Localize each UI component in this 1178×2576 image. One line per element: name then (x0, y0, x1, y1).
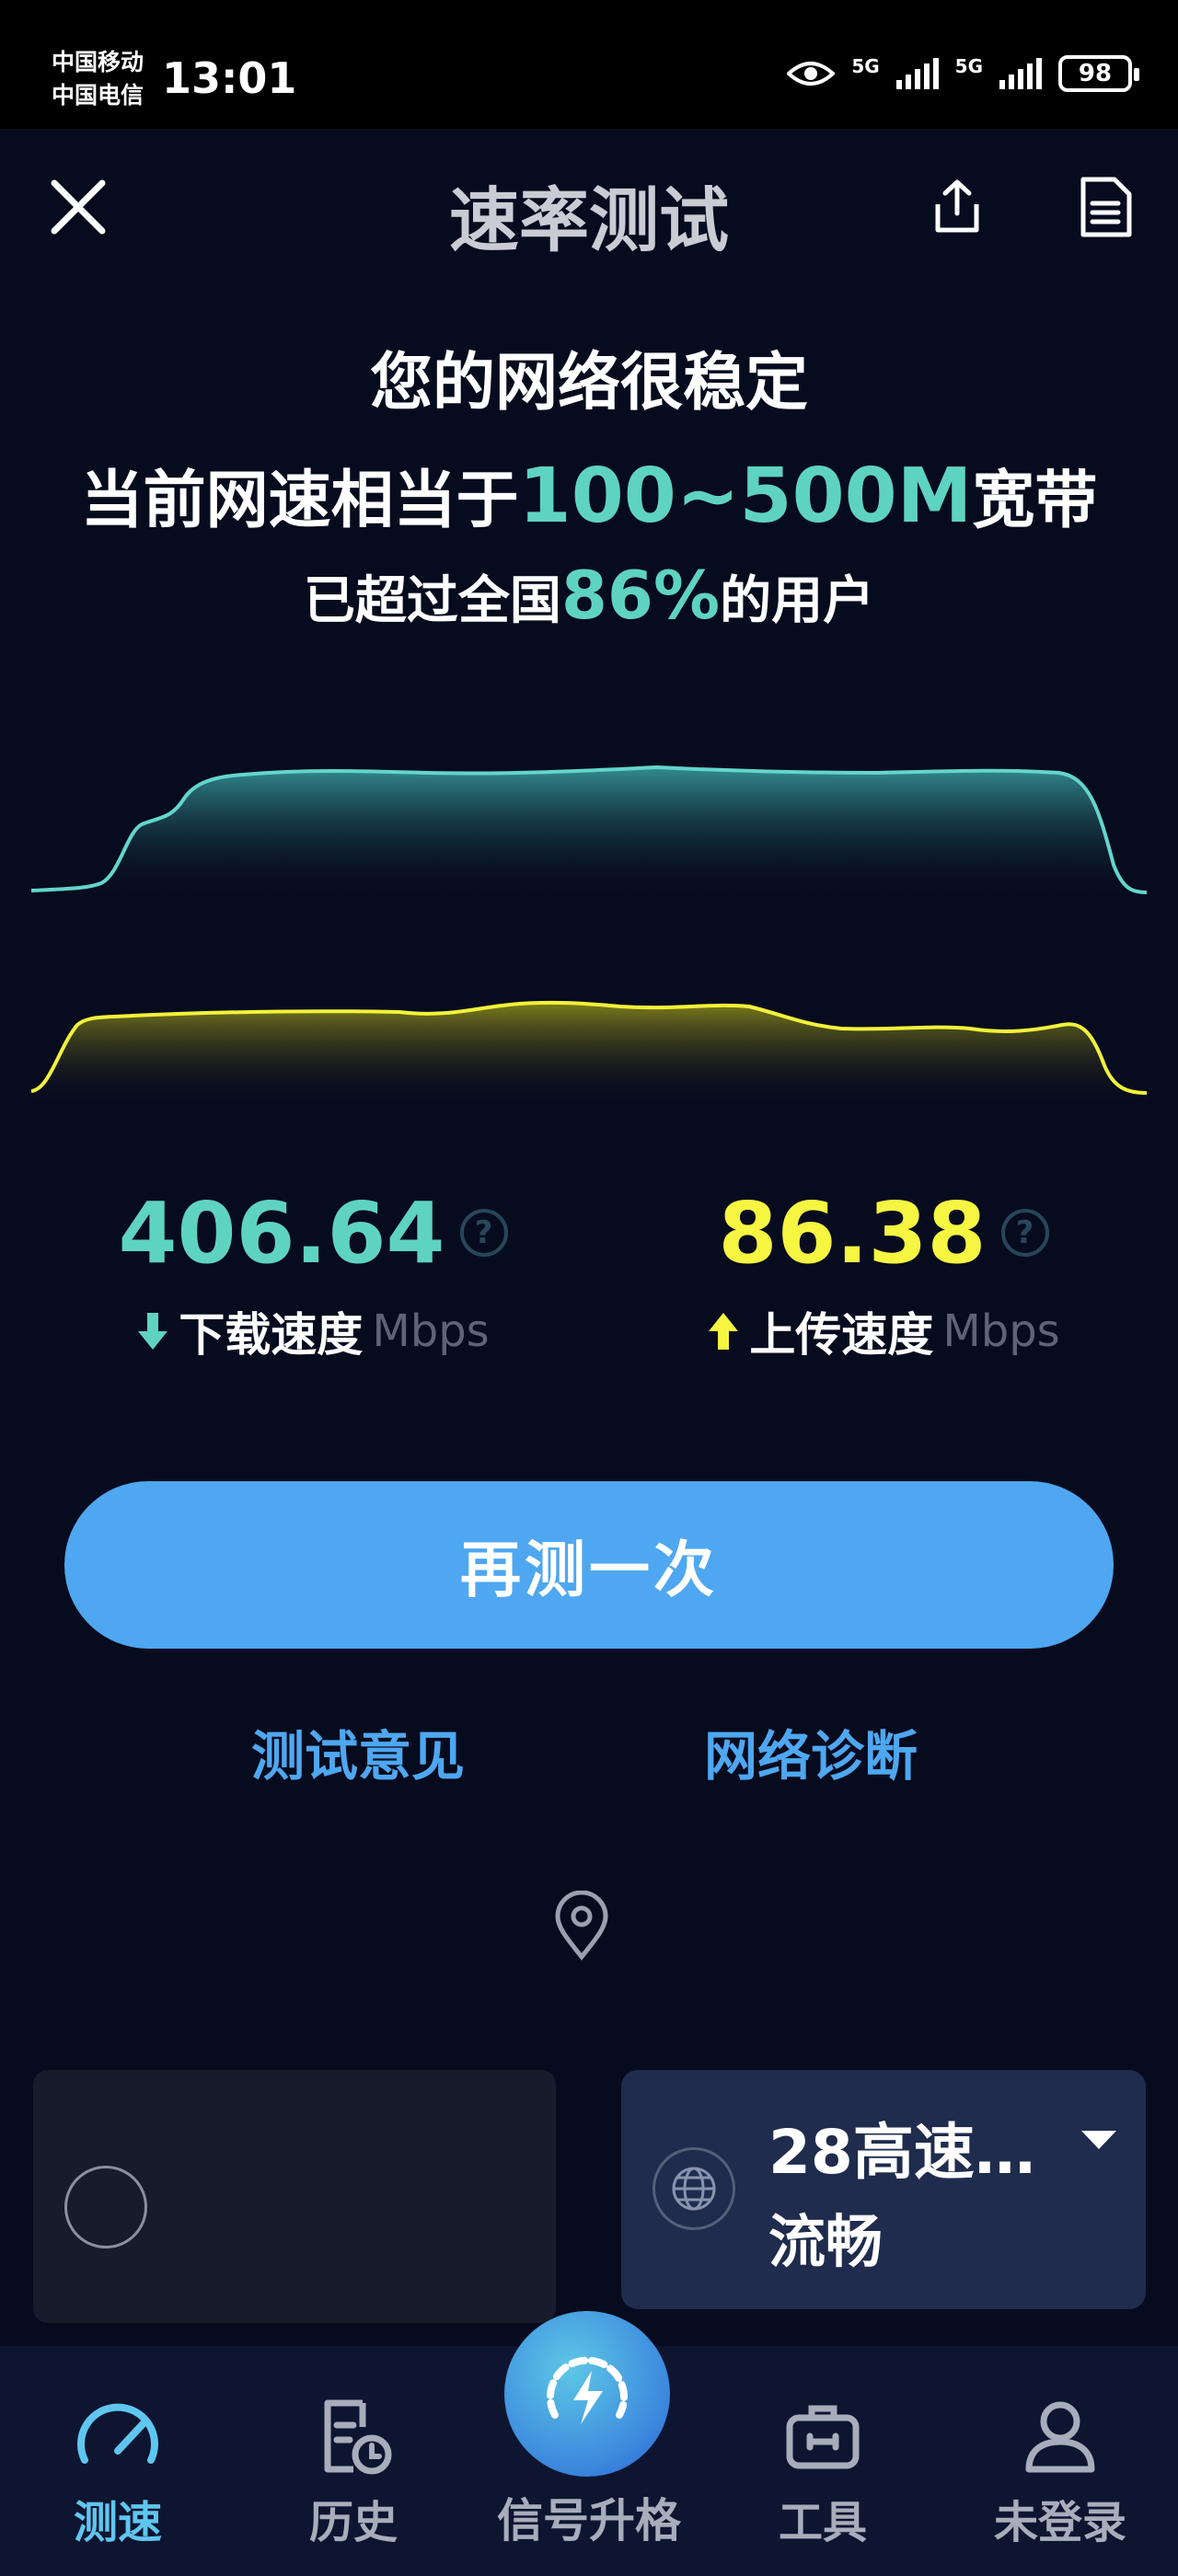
page-title: 速率测试 (449, 179, 729, 261)
share-button[interactable] (916, 166, 999, 248)
toolbox-icon (786, 2405, 860, 2469)
node-status: 流畅 (768, 2208, 884, 2275)
retest-button[interactable]: 再测一次 (64, 1481, 1114, 1649)
bandwidth-value: 100~500M (518, 453, 973, 540)
loading-card[interactable] (33, 2070, 556, 2323)
battery-icon: 98 (1058, 55, 1139, 92)
ranking-value: 86% (560, 557, 721, 634)
nav-item-history[interactable]: 历史 (261, 2346, 445, 2576)
history-icon (324, 2399, 392, 2475)
document-icon (1080, 177, 1132, 237)
clock: 13:01 (162, 53, 297, 103)
download-arrow-icon (138, 1313, 168, 1350)
report-button[interactable] (1064, 166, 1147, 248)
nav-label-tools: 工具 (778, 2497, 867, 2548)
eye-icon (787, 62, 836, 86)
nav-item-tools[interactable]: 工具 (731, 2346, 915, 2576)
carrier-info: 中国移动 中国电信 (52, 46, 144, 112)
download-value: 406.64 (118, 1183, 445, 1282)
nav-label-speedtest: 测速 (73, 2497, 162, 2548)
top-bar: 速率测试 (0, 138, 1178, 276)
upload-metric: 86.38 ? 上传速度 Mbps (589, 1178, 1178, 1363)
chevron-down-icon[interactable] (1081, 2131, 1116, 2149)
share-icon (935, 179, 979, 233)
network-type-2: 5G (954, 55, 983, 77)
user-icon (1025, 2401, 1095, 2473)
ranking-text: 已超过全国86%的用户 (303, 557, 875, 634)
node-card[interactable]: 28高速… 流畅 (621, 2070, 1146, 2309)
signal-boost-button[interactable] (504, 2311, 670, 2477)
node-name: 28高速… (768, 2117, 1035, 2188)
stability-text: 您的网络很稳定 (369, 347, 808, 420)
upload-arrow-icon (709, 1313, 739, 1350)
boost-icon (547, 2356, 628, 2424)
diagnose-link[interactable]: 网络诊断 (704, 1713, 918, 1790)
download-unit: Mbps (372, 1305, 490, 1357)
download-metric: 406.64 ? 下载速度 Mbps (18, 1178, 607, 1363)
feedback-link[interactable]: 测试意见 (251, 1713, 465, 1790)
download-label: 下载速度 (179, 1308, 364, 1362)
upload-value: 86.38 (718, 1183, 987, 1282)
speedometer-icon (77, 2403, 158, 2464)
globe-icon (653, 2147, 735, 2230)
bandwidth-text: 当前网速相当于100~500M宽带 (80, 453, 1098, 540)
nav-item-speedtest[interactable]: 测速 (26, 2346, 210, 2576)
download-speed-wave (31, 765, 1147, 902)
upload-unit: Mbps (942, 1305, 1060, 1357)
nav-label-history: 历史 (308, 2497, 398, 2548)
loading-circle-icon (64, 2166, 147, 2248)
upload-label: 上传速度 (749, 1308, 934, 1362)
download-help-icon[interactable]: ? (459, 1209, 508, 1257)
upload-help-icon[interactable]: ? (1000, 1209, 1049, 1257)
upload-speed-wave (31, 1000, 1147, 1106)
signal-icon-2 (999, 58, 1042, 89)
status-icons: 5G 5G 98 (787, 55, 1139, 92)
status-bar: 中国移动 中国电信 13:01 5G 5G 98 (0, 0, 1178, 129)
carrier-2: 中国电信 (52, 82, 144, 109)
signal-icon-1 (895, 58, 939, 89)
nav-item-login[interactable]: 未登录 (968, 2346, 1152, 2576)
nav-label-boost[interactable]: 信号升格 (451, 2484, 727, 2550)
network-type-1: 5G (851, 55, 880, 77)
carrier-1: 中国移动 (52, 49, 144, 75)
location-pin-icon[interactable] (552, 1891, 611, 1961)
nav-label-login: 未登录 (993, 2497, 1126, 2548)
